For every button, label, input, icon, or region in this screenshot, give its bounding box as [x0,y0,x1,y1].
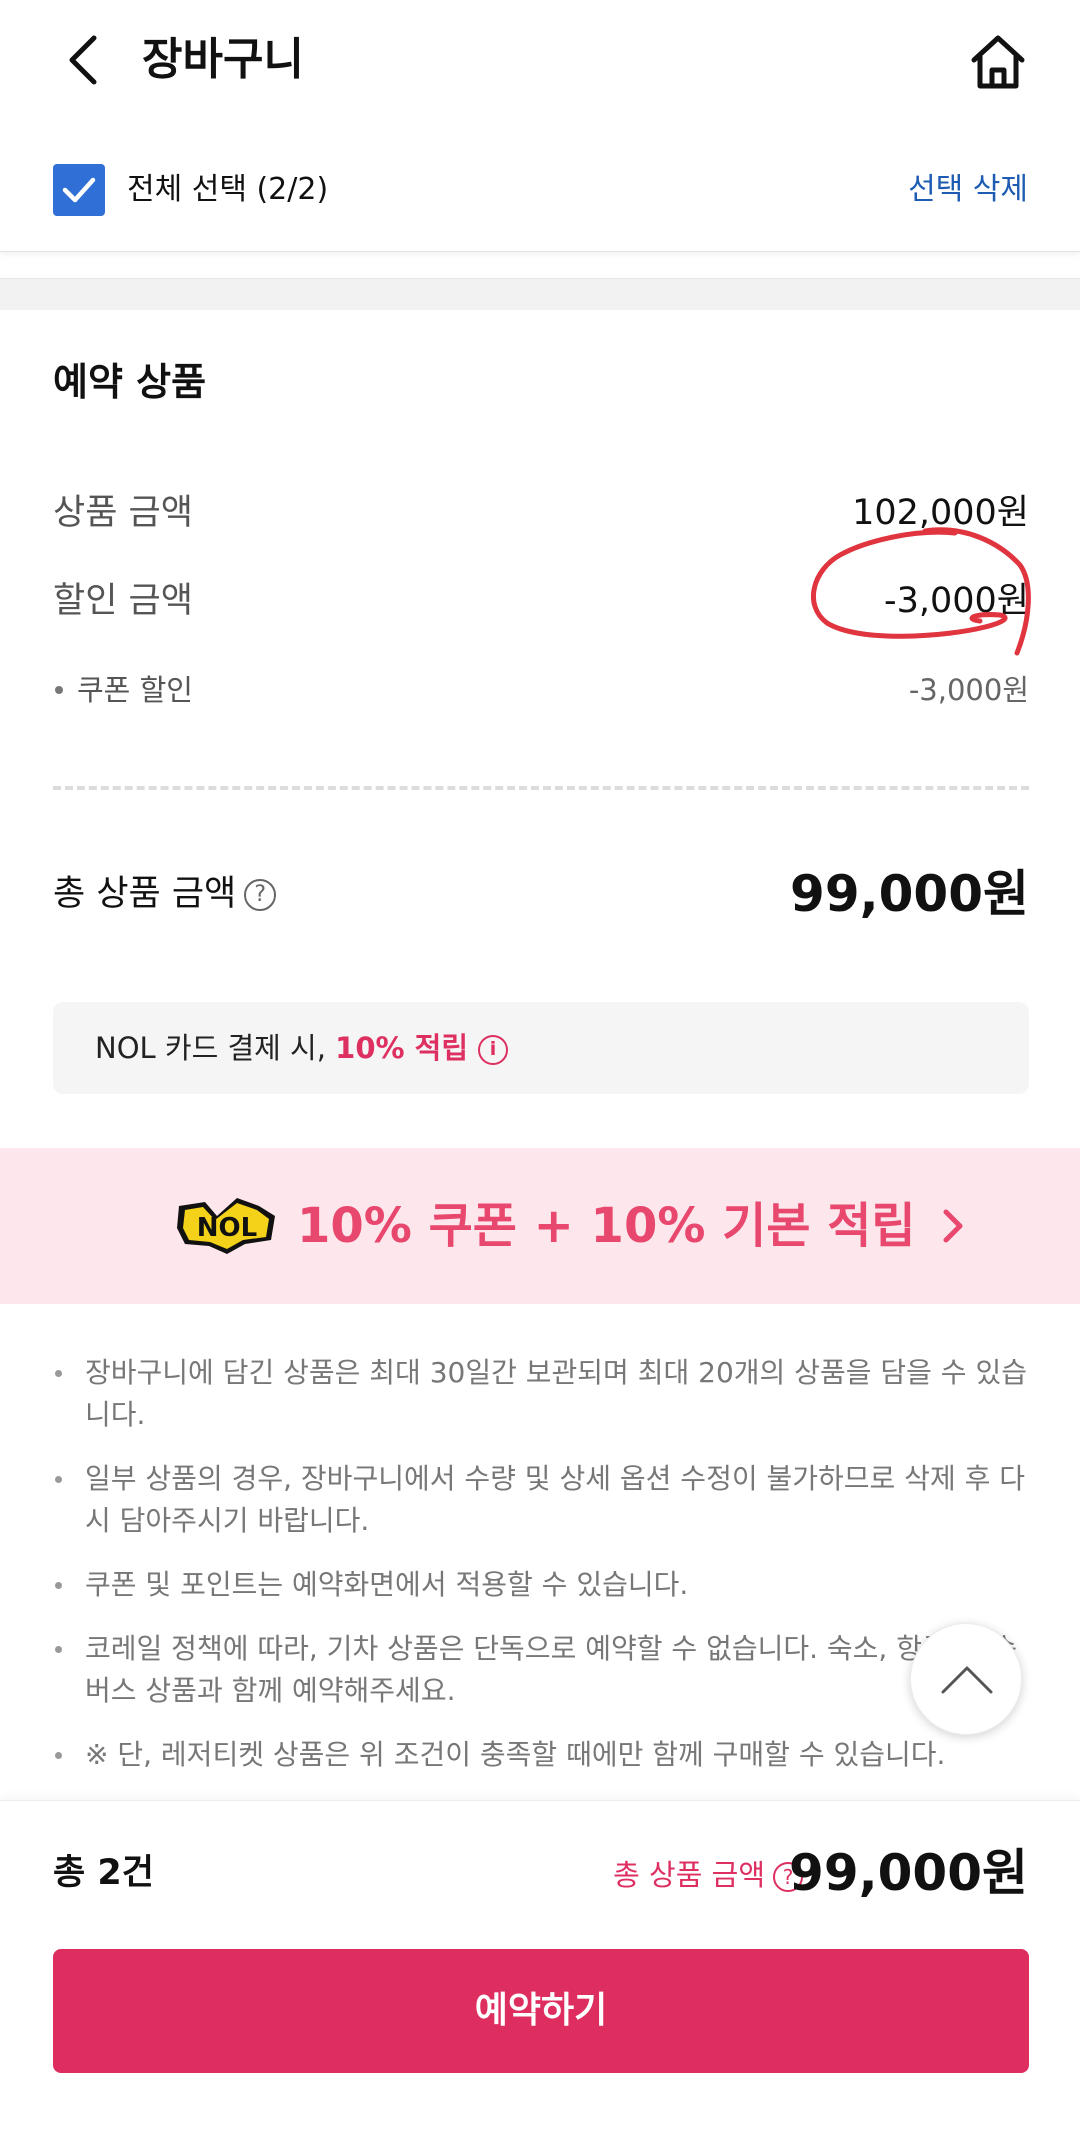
coupon-discount-label: 쿠폰 할인 [77,673,193,707]
info-icon[interactable]: i [478,1035,509,1065]
total-amount-value: 99,000원 [790,865,1029,923]
reserve-button[interactable]: 예약하기 [53,1949,1029,2073]
total-amount-label-wrap: 총 상품 금액? [53,864,277,924]
discount-amount-value: -3,000원 [883,581,1029,621]
chevron-left-icon [69,35,97,85]
discount-amount-label: 할인 금액 [53,581,193,621]
notice-item: 코레일 정책에 따라, 기차 상품은 단독으로 예약할 수 없습니다. 숙소, … [53,1628,1029,1712]
app-header: 장바구니 [0,0,1080,128]
bullet-dot [55,1646,62,1653]
product-amount-label: 상품 금액 [53,493,193,533]
chevron-up-icon [941,1666,993,1694]
select-bar: 전체 선택 (2/2) 선택 삭제 [0,128,1080,252]
promo-banner-text: 10% 쿠폰 + 10% 기본 적립 [297,1198,916,1254]
product-amount-value: 102,000원 [852,493,1029,533]
bullet-dot [55,1476,62,1483]
section-divider [0,278,1080,310]
notice-text: 장바구니에 담긴 상품은 최대 30일간 보관되며 최대 20개의 상품을 담을… [85,1356,1027,1431]
dashed-divider [53,786,1029,790]
nol-card-text: NOL 카드 결제 시, [95,1031,336,1065]
checkout-footer: 총 2건 총 상품 금액? 99,000원 예약하기 [0,1800,1080,2133]
check-icon [62,177,96,203]
select-all-label[interactable]: 전체 선택 (2/2) [127,164,328,216]
promo-banner-content: NOL 10% 쿠폰 + 10% 기본 적립 [175,1186,966,1266]
total-amount-label: 총 상품 금액 [53,874,237,914]
notice-text: 일부 상품의 경우, 장바구니에서 수량 및 상세 옵션 수정이 불가하므로 삭… [85,1462,1026,1537]
nol-logo-text: NOL [197,1213,257,1243]
home-icon [971,35,1025,89]
delete-selected-button[interactable]: 선택 삭제 [908,164,1028,216]
discount-amount-row: 할인 금액 -3,000원 [53,571,1029,631]
page-title: 장바구니 [142,34,304,85]
nol-card-highlight: 10% 적립 [335,1031,469,1065]
select-all-checkbox[interactable] [53,164,105,216]
notice-item: 일부 상품의 경우, 장바구니에서 수량 및 상세 옵션 수정이 불가하므로 삭… [53,1458,1029,1542]
chevron-right-icon [943,1209,963,1243]
bullet-dot [55,1752,62,1759]
notice-item: 쿠폰 및 포인트는 예약화면에서 적용할 수 있습니다. [53,1564,1029,1606]
home-button[interactable] [966,30,1030,94]
section-title: 예약 상품 [53,360,207,404]
item-count: 총 2건 [53,1853,154,1893]
footer-total-value: 99,000원 [789,1844,1028,1902]
coupon-discount-value: -3,000원 [908,673,1029,707]
footer-total-label: 총 상품 금액 [613,1858,765,1892]
bullet-dot [55,1582,62,1589]
notice-text: 쿠폰 및 포인트는 예약화면에서 적용할 수 있습니다. [85,1568,689,1601]
notice-item: 장바구니에 담긴 상품은 최대 30일간 보관되며 최대 20개의 상품을 담을… [53,1352,1029,1436]
nol-card-info: NOL 카드 결제 시, 10% 적립 i [53,1002,1029,1094]
nol-card-text-wrap: NOL 카드 결제 시, 10% 적립 i [95,1018,509,1078]
notice-item: ※ 단, 레저티켓 상품은 위 조건이 충족할 때에만 함께 구매할 수 있습니… [53,1734,1029,1776]
back-button[interactable] [60,30,110,90]
product-amount-row: 상품 금액 102,000원 [53,483,1029,543]
coupon-discount-row: 쿠폰 할인 -3,000원 [53,660,1029,720]
help-icon[interactable]: ? [244,879,277,911]
promo-banner[interactable]: NOL 10% 쿠폰 + 10% 기본 적립 [0,1148,1080,1304]
notice-text: ※ 단, 레저티켓 상품은 위 조건이 충족할 때에만 함께 구매할 수 있습니… [85,1738,946,1771]
scroll-to-top-button[interactable] [910,1623,1022,1735]
nol-logo: NOL [177,1198,275,1254]
footer-total-label-wrap: 총 상품 금액? [613,1847,803,1903]
bullet-dot [55,1370,62,1377]
notice-text: 코레일 정책에 따라, 기차 상품은 단독으로 예약할 수 없습니다. 숙소, … [85,1632,1018,1707]
total-amount-row: 총 상품 금액? 99,000원 [53,858,1029,930]
notice-list: 장바구니에 담긴 상품은 최대 30일간 보관되며 최대 20개의 상품을 담을… [53,1352,1029,1798]
